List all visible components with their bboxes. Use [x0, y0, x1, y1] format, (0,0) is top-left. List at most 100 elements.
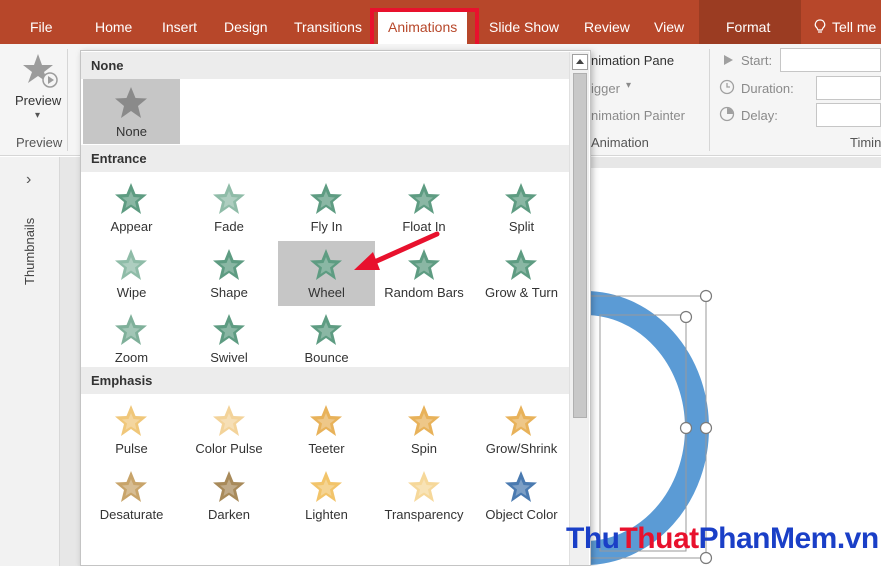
trigger-button[interactable]: igger — [591, 81, 620, 96]
star-effect-icon — [505, 405, 537, 436]
anim-label: Wipe — [116, 284, 147, 300]
anim-label: Object Color — [485, 506, 558, 522]
anim-label: Desaturate — [99, 506, 164, 522]
star-effect-icon — [212, 248, 245, 280]
tab-transitions[interactable]: Transitions — [294, 0, 362, 44]
anim-label: Fade — [214, 219, 244, 234]
anim-grow-turn[interactable]: Grow & Turn — [473, 241, 570, 306]
tab-view[interactable]: View — [654, 0, 684, 44]
anim-label: Appear — [110, 219, 153, 234]
star-effect-icon — [505, 248, 537, 280]
star-effect-icon — [212, 470, 245, 502]
anim-color-pulse[interactable]: Color Pulse — [181, 397, 278, 462]
watermark-part: PhanMem — [698, 522, 838, 555]
tab-design[interactable]: Design — [224, 0, 268, 44]
anim-label: Grow & Turn — [485, 284, 558, 300]
star-effect-icon — [407, 470, 440, 502]
anim-fade[interactable]: Fade — [181, 175, 278, 240]
anim-split[interactable]: Split — [473, 175, 570, 240]
anim-zoom[interactable]: Zoom — [83, 306, 180, 371]
anim-wipe[interactable]: Wipe — [83, 241, 180, 306]
anim-lighten[interactable]: Lighten — [278, 463, 375, 528]
star-effect-icon — [212, 183, 245, 214]
star-effect-icon — [115, 314, 147, 345]
star-effect-icon — [310, 470, 342, 502]
anim-label: Bounce — [304, 350, 349, 365]
tab-home[interactable]: Home — [95, 0, 132, 44]
animation-pane-button[interactable]: nimation Pane — [591, 53, 674, 68]
watermark-part: Thuat — [619, 522, 699, 555]
anim-pulse[interactable]: Pulse — [83, 397, 180, 462]
none-star-icon — [115, 87, 147, 118]
gallery-scrollbar[interactable] — [569, 52, 589, 565]
trigger-dropdown-arrow[interactable]: ▾ — [626, 80, 631, 91]
delay-clock-icon — [719, 106, 735, 122]
thumbnails-label[interactable]: Thumbnails — [22, 218, 37, 285]
start-select[interactable] — [780, 48, 881, 72]
anim-label: Shape — [210, 284, 248, 300]
anim-bounce[interactable]: Bounce — [278, 306, 375, 371]
anim-label: Transparency — [384, 506, 464, 522]
section-header-emphasis: Emphasis — [81, 367, 571, 394]
anim-spin[interactable]: Spin — [376, 397, 473, 462]
anim-label: Wheel — [308, 284, 345, 300]
animation-group-label: Animation — [591, 135, 649, 150]
preview-button[interactable]: Preview — [15, 93, 61, 108]
scroll-up-button[interactable] — [572, 54, 588, 70]
expand-thumbnails-icon[interactable]: › — [26, 171, 31, 189]
tell-me-search[interactable]: Tell me — [832, 0, 876, 44]
group-separator — [709, 49, 710, 151]
anim-swivel[interactable]: Swivel — [181, 306, 278, 371]
tab-format[interactable]: Format — [726, 0, 770, 44]
tab-file[interactable]: File — [30, 0, 53, 44]
star-effect-icon — [115, 183, 147, 214]
tab-slide-show[interactable]: Slide Show — [489, 0, 559, 44]
anim-desaturate[interactable]: Desaturate — [83, 463, 180, 528]
lightbulb-icon — [814, 19, 826, 33]
anim-none[interactable]: None — [83, 79, 180, 144]
anim-transparency[interactable]: Transparency — [376, 463, 473, 528]
clock-icon — [719, 79, 735, 95]
anim-darken[interactable]: Darken — [181, 463, 278, 528]
star-effect-icon — [212, 314, 245, 345]
scroll-thumb[interactable] — [573, 73, 587, 418]
anim-appear[interactable]: Appear — [83, 175, 180, 240]
watermark-logo: ThuThuatPhanMem.vn — [566, 522, 879, 556]
anim-label: Color Pulse — [195, 441, 263, 456]
tab-animations[interactable]: Animations — [378, 9, 468, 44]
chevron-up-icon — [576, 59, 584, 64]
star-effect-icon — [310, 314, 342, 345]
preview-group-label: Preview — [16, 135, 63, 150]
delay-label: Delay: — [741, 108, 778, 123]
ribbon-tab-bar: File Home Insert Design Transitions Anim… — [0, 0, 881, 44]
anim-shape[interactable]: Shape — [181, 241, 278, 306]
star-effect-icon — [115, 470, 147, 502]
preview-dropdown-arrow[interactable]: ▾ — [35, 110, 40, 121]
anim-label: Zoom — [114, 350, 149, 365]
section-header-entrance: Entrance — [81, 145, 571, 172]
anim-label: Grow/Shrink — [485, 441, 558, 456]
anim-label: Split — [508, 219, 535, 234]
anim-teeter[interactable]: Teeter — [278, 397, 375, 462]
star-effect-icon — [212, 405, 245, 436]
duration-label: Duration: — [741, 81, 794, 96]
tab-review[interactable]: Review — [584, 0, 630, 44]
anim-object-color[interactable]: Object Color — [473, 463, 570, 528]
star-effect-icon — [310, 248, 342, 280]
animation-gallery: None None Entrance Appear Fade Fly In Float… — [80, 50, 591, 566]
tab-insert[interactable]: Insert — [162, 0, 197, 44]
animation-painter-button[interactable]: nimation Painter — [591, 108, 685, 123]
anim-grow-shrink[interactable]: Grow/Shrink — [473, 397, 570, 462]
anim-label: Pulse — [115, 441, 148, 456]
group-separator — [67, 49, 68, 151]
preview-star-icon[interactable] — [22, 52, 58, 88]
duration-input[interactable] — [816, 76, 881, 100]
star-effect-icon — [310, 183, 342, 214]
anim-label: Swivel — [210, 350, 248, 365]
start-play-icon — [724, 55, 733, 65]
delay-input[interactable] — [816, 103, 881, 127]
watermark-part: .vn — [836, 522, 879, 555]
star-effect-icon — [407, 183, 440, 214]
star-effect-icon — [505, 183, 537, 214]
anim-label: Lighten — [305, 506, 348, 522]
